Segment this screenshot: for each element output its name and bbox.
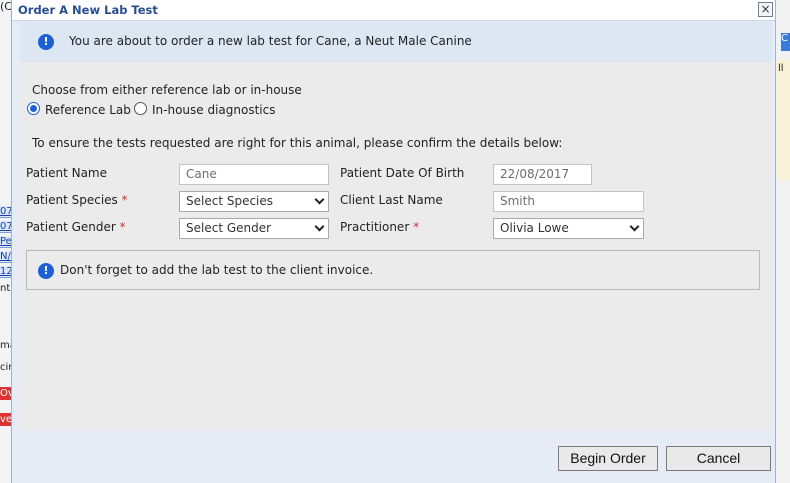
dialog-content: Choose from either reference lab or in-h… xyxy=(20,62,772,430)
patient-species-value: Select Species xyxy=(186,194,274,208)
choose-lab-text: Choose from either reference lab or in-h… xyxy=(32,83,302,97)
patient-name-field: Cane xyxy=(179,164,329,185)
background-fragment: ll xyxy=(778,63,784,74)
background-panel xyxy=(776,60,790,180)
patient-gender-value: Select Gender xyxy=(186,221,272,235)
patient-dob-field: 22/08/2017 xyxy=(493,164,592,185)
background-fragment: Ov xyxy=(0,387,11,400)
in-house-radio[interactable] xyxy=(134,102,147,115)
confirm-details-text: To ensure the tests requested are right … xyxy=(32,136,563,150)
practitioner-label: Practitioner * xyxy=(340,220,420,234)
required-marker: * xyxy=(119,220,126,234)
info-icon: ! xyxy=(38,34,54,50)
patient-gender-label: Patient Gender * xyxy=(26,220,126,234)
practitioner-value: Olivia Lowe xyxy=(500,221,569,235)
patient-species-select[interactable]: Select Species xyxy=(179,191,329,212)
reference-lab-label[interactable]: Reference Lab xyxy=(45,103,131,117)
chevron-down-icon xyxy=(314,221,325,232)
background-fragment: ve xyxy=(0,413,11,426)
order-lab-test-dialog: Order A New Lab Test × ! You are about t… xyxy=(11,0,776,483)
banner-text: You are about to order a new lab test fo… xyxy=(69,34,472,48)
patient-name-label: Patient Name xyxy=(26,166,107,180)
chevron-down-icon xyxy=(314,194,325,205)
reminder-text: Don't forget to add the lab test to the … xyxy=(60,263,374,277)
dialog-titlebar[interactable]: Order A New Lab Test × xyxy=(12,0,775,21)
in-house-label[interactable]: In-house diagnostics xyxy=(152,103,276,117)
info-icon: ! xyxy=(38,263,54,279)
required-marker: * xyxy=(413,220,420,234)
reference-lab-radio[interactable] xyxy=(27,102,40,115)
begin-order-button[interactable]: Begin Order xyxy=(558,446,658,471)
client-last-name-field: Smith xyxy=(493,191,644,212)
required-marker: * xyxy=(121,193,128,207)
close-button[interactable]: × xyxy=(758,2,773,17)
practitioner-select[interactable]: Olivia Lowe xyxy=(493,218,644,239)
client-last-name-label: Client Last Name xyxy=(340,193,443,207)
invoice-reminder: ! Don't forget to add the lab test to th… xyxy=(26,250,760,290)
background-button[interactable]: C xyxy=(781,33,790,51)
chevron-down-icon xyxy=(629,221,640,232)
patient-species-label: Patient Species * xyxy=(26,193,128,207)
patient-gender-select[interactable]: Select Gender xyxy=(179,218,329,239)
dialog-footer: Begin Order Cancel xyxy=(20,430,772,483)
patient-dob-label: Patient Date Of Birth xyxy=(340,166,465,180)
dialog-title: Order A New Lab Test xyxy=(18,3,158,17)
cancel-button[interactable]: Cancel xyxy=(666,446,771,471)
info-banner: ! You are about to order a new lab test … xyxy=(20,22,772,62)
